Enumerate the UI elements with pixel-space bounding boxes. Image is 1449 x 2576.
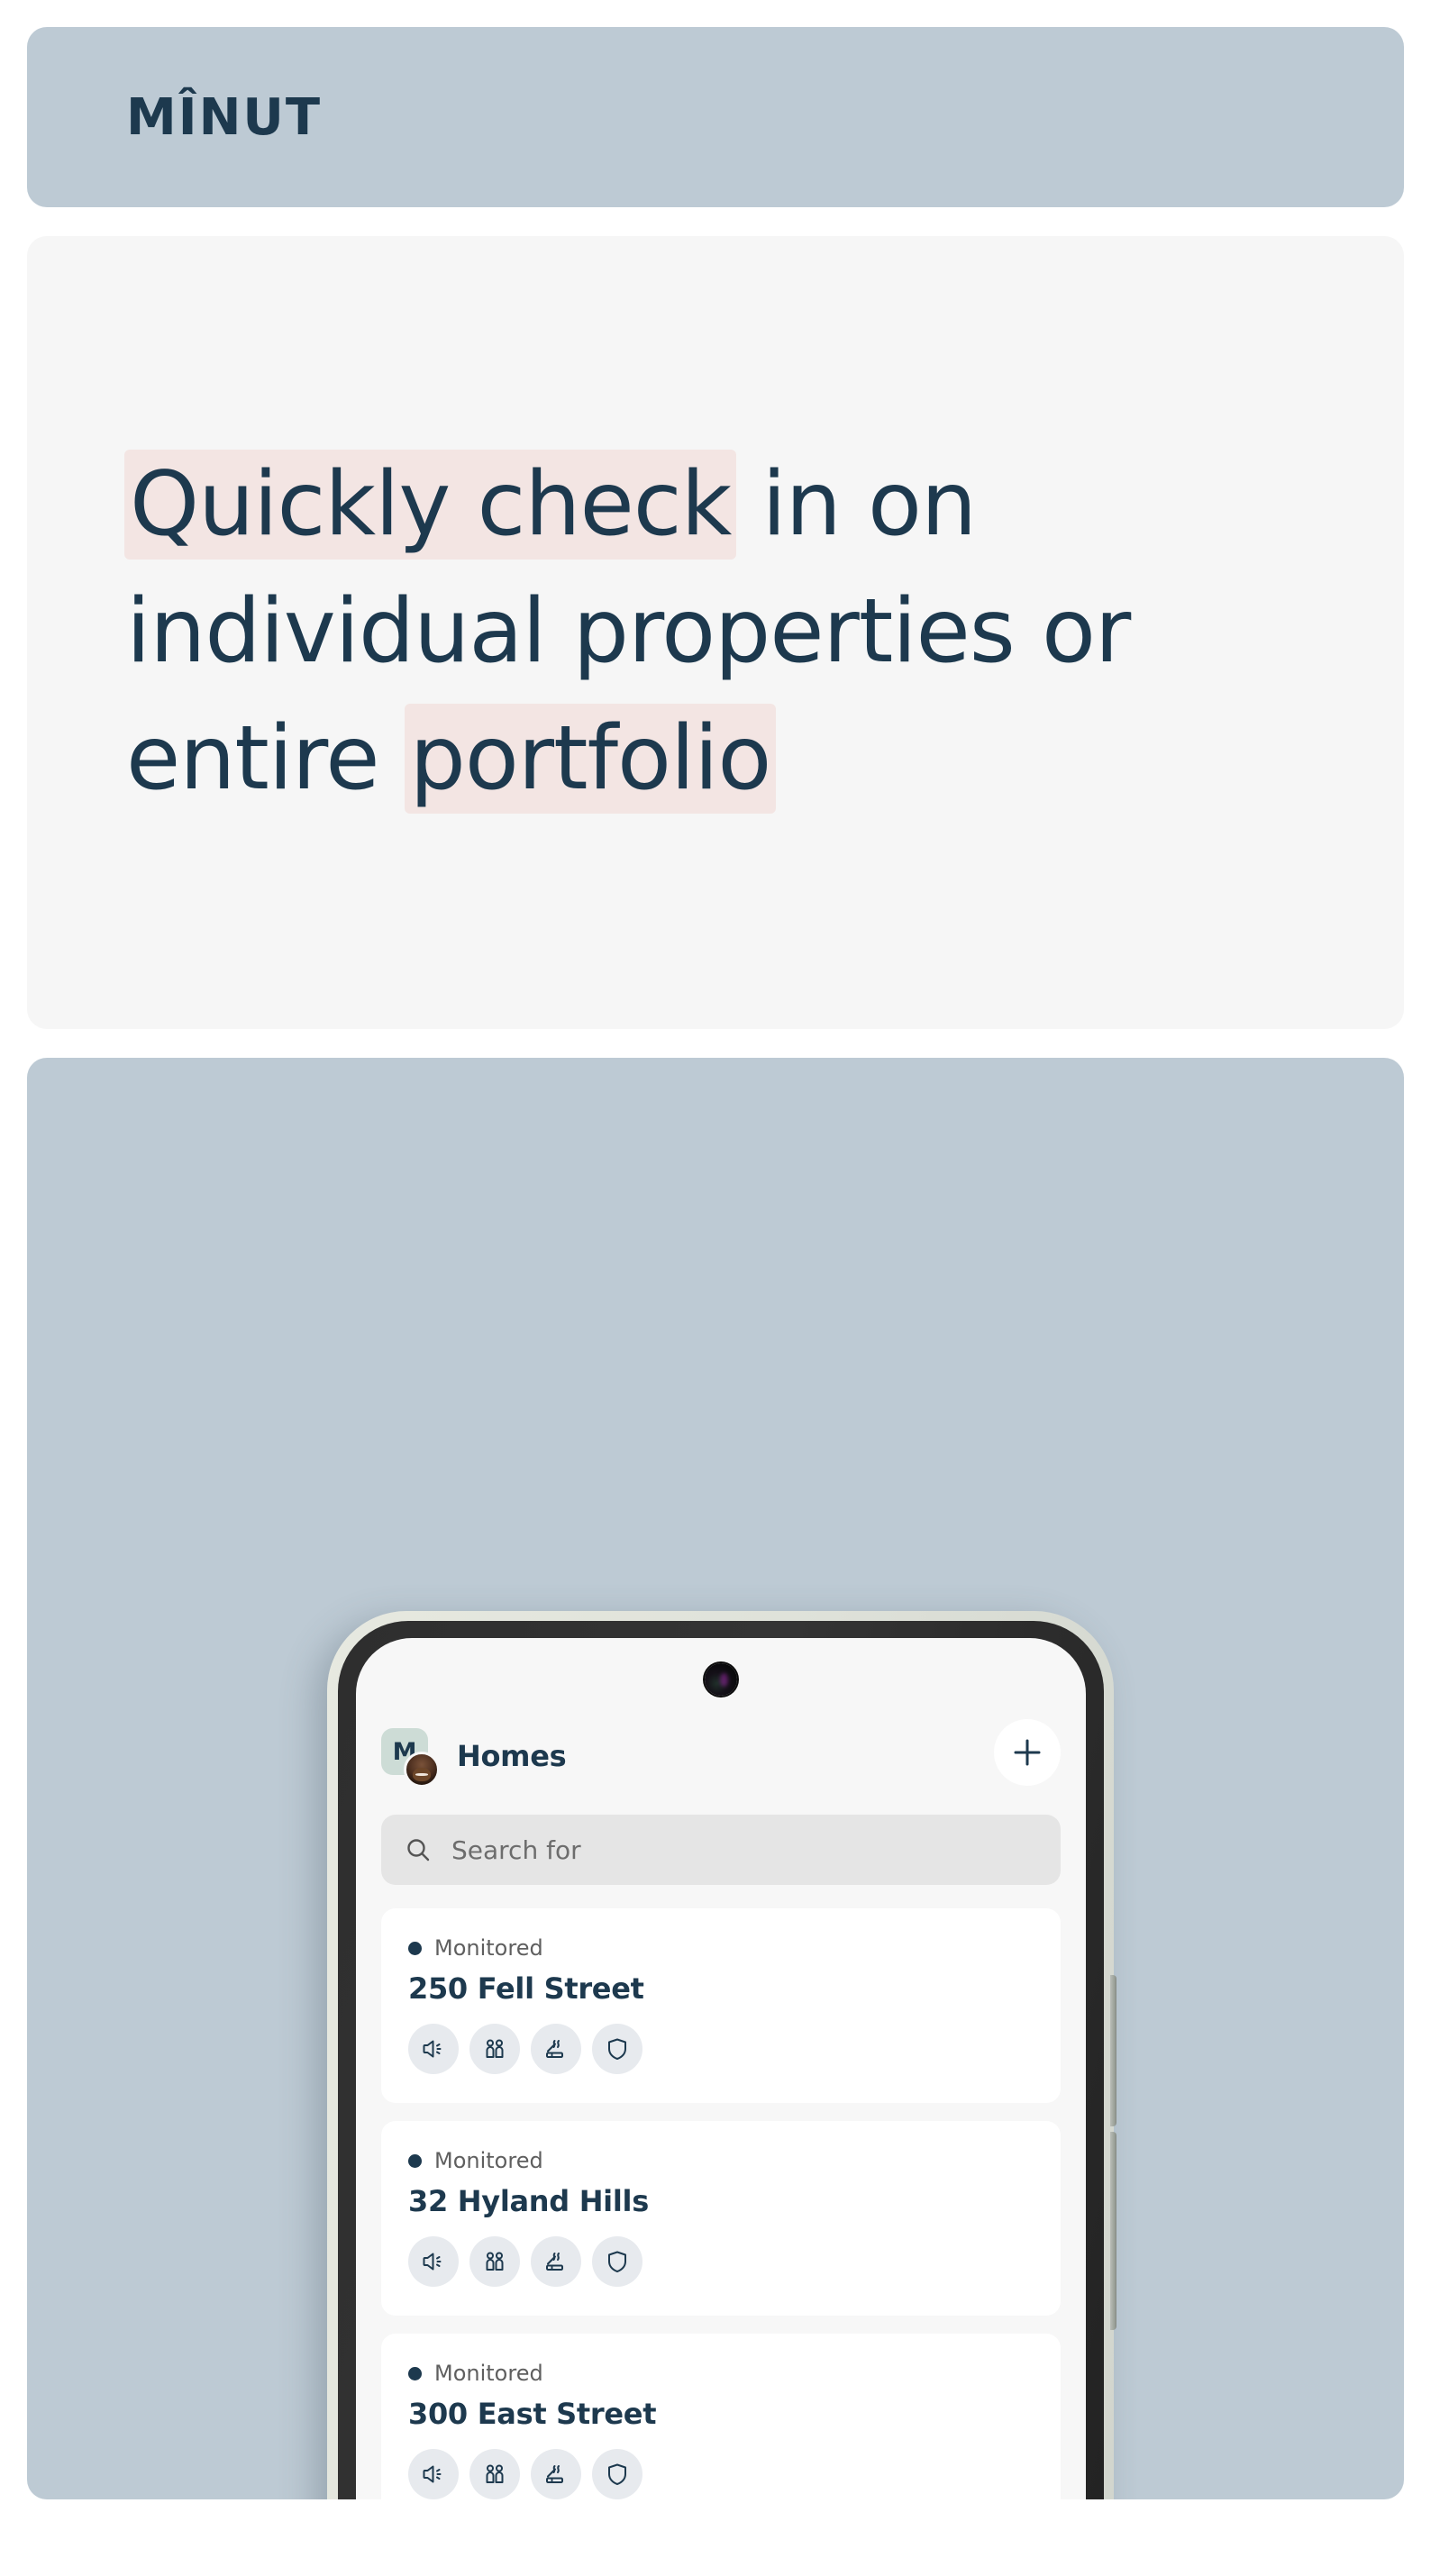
status-label: Monitored [434,2361,543,2386]
headline-highlight-1: Quickly check [124,450,737,560]
plus-icon [1012,1737,1043,1768]
status-dot-icon [408,1941,422,1955]
status-label: Monitored [434,1935,543,1961]
occupancy-icon [481,2248,508,2275]
sensor-chip-security-shield[interactable] [592,2449,642,2499]
headline-text-3: entire [126,707,406,811]
property-card[interactable]: Monitored 300 East Street [381,2334,1061,2499]
search-input[interactable]: Search for [381,1815,1061,1885]
headline-highlight-2: portfolio [404,704,777,815]
brand-panel: MÎNUT [27,27,1404,207]
brand-logo: MÎNUT [126,87,323,147]
homes-app: M Homes Search for Monitored 250 Fell St… [356,1638,1086,2499]
property-name: 32 Hyland Hills [408,2184,649,2218]
property-list: Monitored 250 Fell Street Monitored 32 Hyl… [381,1908,1061,2499]
sensor-chip-occupancy[interactable] [469,2236,520,2287]
property-card[interactable]: Monitored 250 Fell Street [381,1908,1061,2103]
sensor-chip-noise[interactable] [408,2236,459,2287]
app-screen-title: Homes [457,1739,567,1773]
user-avatar[interactable] [404,1752,440,1788]
status-label: Monitored [434,2148,543,2173]
noise-icon [420,2248,447,2275]
security-shield-icon [604,2035,631,2062]
smoking-icon [542,2035,570,2062]
phone-mockup: M Homes Search for Monitored 250 Fell St… [327,1611,1116,2499]
occupancy-icon [481,2461,508,2488]
status-badge: Monitored [408,2148,1034,2173]
smoking-icon [542,2248,570,2275]
add-home-button[interactable] [994,1719,1061,1786]
sensor-chip-smoking[interactable] [531,2236,581,2287]
headline-panel: Quickly check in on individual properties… [27,236,1404,1029]
sensor-chip-row [408,2236,1034,2287]
sensor-chip-smoking[interactable] [531,2449,581,2499]
security-shield-icon [604,2461,631,2488]
property-name: 300 East Street [408,2397,657,2431]
sensor-chip-security-shield[interactable] [592,2236,642,2287]
sensor-chip-smoking[interactable] [531,2024,581,2074]
status-badge: Monitored [408,2361,1034,2386]
status-dot-icon [408,2366,422,2380]
occupancy-icon [481,2035,508,2062]
phone-volume-button[interactable] [1110,2132,1116,2330]
sensor-chip-noise[interactable] [408,2024,459,2074]
phone-screen: M Homes Search for Monitored 250 Fell St… [356,1638,1086,2499]
phone-showcase-panel: M Homes Search for Monitored 250 Fell St… [27,1058,1404,2499]
sensor-chip-occupancy[interactable] [469,2449,520,2499]
search-placeholder-text: Search for [451,1834,581,1865]
sensor-chip-occupancy[interactable] [469,2024,520,2074]
app-header: M Homes [381,1717,1061,1795]
search-icon [405,1836,432,1863]
phone-bezel: M Homes Search for Monitored 250 Fell St… [338,1621,1104,2499]
smoking-icon [542,2461,570,2488]
sensor-chip-row [408,2024,1034,2074]
headline-text-1: in on [734,453,978,556]
status-badge: Monitored [408,1935,1034,1961]
noise-icon [420,2461,447,2488]
avatar-group[interactable]: M [381,1728,440,1788]
sensor-chip-row [408,2449,1034,2499]
front-camera-icon [705,1663,737,1696]
security-shield-icon [604,2248,631,2275]
headline-text-2: individual properties or [126,580,1131,684]
noise-icon [420,2035,447,2062]
sensor-chip-noise[interactable] [408,2449,459,2499]
property-name: 250 Fell Street [408,1971,644,2006]
page-title: Quickly check in on individual properties… [124,441,1131,823]
sensor-chip-security-shield[interactable] [592,2024,642,2074]
property-card[interactable]: Monitored 32 Hyland Hills [381,2121,1061,2316]
phone-power-button[interactable] [1110,1975,1116,2126]
status-dot-icon [408,2153,422,2168]
landing-page: MÎNUT Quickly check in on individual prop… [0,0,1449,2576]
